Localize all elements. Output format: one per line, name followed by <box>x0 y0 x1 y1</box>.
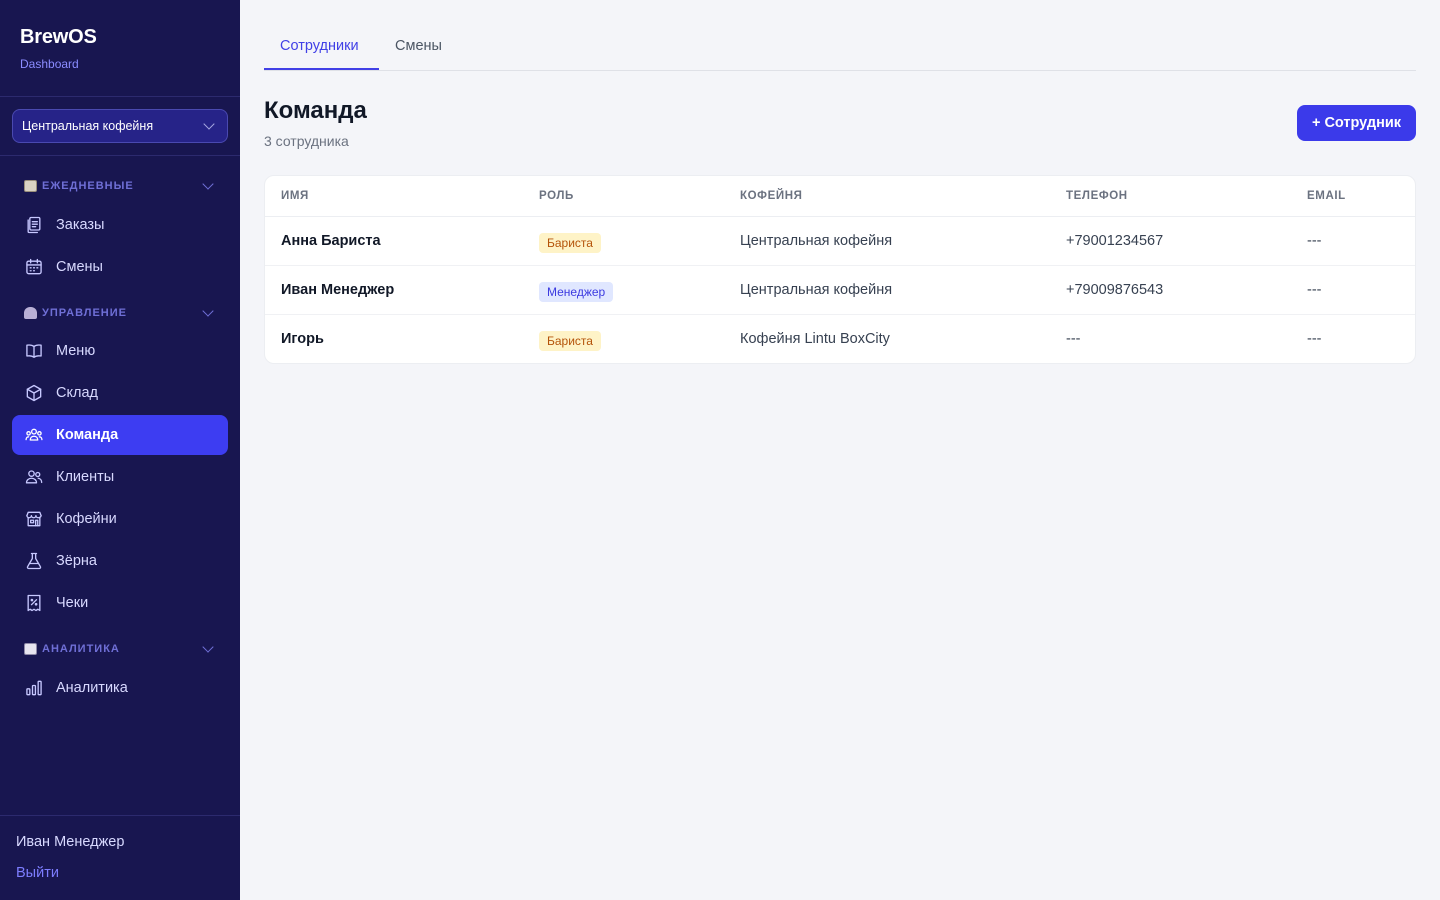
clipboard-emoji-icon <box>24 180 37 192</box>
current-user-name: Иван Менеджер <box>16 834 125 850</box>
sidebar-item-shifts[interactable]: Смены <box>12 247 228 287</box>
users-icon <box>25 470 43 484</box>
cell-name: Иван Менеджер <box>281 282 395 298</box>
page-title: Команда <box>264 97 367 124</box>
section-daily[interactable]: ЕЖЕДНЕВНЫЕ <box>24 177 216 195</box>
cell-email: --- <box>1307 282 1322 298</box>
cell-phone: +79001234567 <box>1066 233 1164 249</box>
table-row[interactable]: Игорь Бариста Кофейня Lintu BoxCity --- … <box>265 315 1415 363</box>
table-header: Имя Роль Кофейня Телефон Email <box>265 176 1415 217</box>
chevron-down-icon <box>202 641 214 653</box>
column-header-email[interactable]: Email <box>1307 190 1346 202</box>
tab-employees[interactable]: Сотрудники <box>280 38 359 54</box>
bar-chart-emoji-icon <box>24 643 37 655</box>
section-analytics[interactable]: АНАЛИТИКА <box>24 640 216 658</box>
sidebar-item-label: Смены <box>56 259 103 275</box>
tab-shifts[interactable]: Смены <box>395 38 442 54</box>
sidebar-item-label: Клиенты <box>56 469 115 485</box>
book-icon <box>26 344 42 358</box>
team-icon <box>25 428 43 441</box>
column-header-name[interactable]: Имя <box>281 190 309 202</box>
section-management-label: УПРАВЛЕНИЕ <box>42 307 127 319</box>
chevron-down-icon <box>202 178 214 190</box>
role-badge: Бариста <box>539 331 601 351</box>
sidebar-item-coffee-shops[interactable]: Кофейни <box>12 499 228 539</box>
sidebar-item-label: Чеки <box>56 595 89 611</box>
manager-emoji-icon <box>24 307 37 319</box>
cell-email: --- <box>1307 233 1322 249</box>
sidebar-item-label: Аналитика <box>56 680 128 696</box>
column-header-role[interactable]: Роль <box>539 190 574 202</box>
sidebar-item-label: Заказы <box>56 217 105 233</box>
section-management[interactable]: УПРАВЛЕНИЕ <box>24 304 216 322</box>
table-row[interactable]: Иван Менеджер Менеджер Центральная кофей… <box>265 266 1415 315</box>
sidebar-item-beans[interactable]: Зёрна <box>12 541 228 581</box>
receipt-icon <box>27 594 41 612</box>
section-analytics-label: АНАЛИТИКА <box>42 643 120 655</box>
employees-table: Имя Роль Кофейня Телефон Email Анна Бари… <box>264 175 1416 364</box>
brand-subtitle: Dashboard <box>20 57 79 71</box>
employee-count: 3 сотрудника <box>264 133 349 149</box>
sidebar-item-receipts[interactable]: Чеки <box>12 583 228 623</box>
sidebar-item-label: Меню <box>56 343 96 359</box>
sidebar-item-label: Кофейни <box>56 511 117 527</box>
sidebar-item-label: Зёрна <box>56 553 97 569</box>
cell-name: Анна Бариста <box>281 233 381 249</box>
cell-phone: +79009876543 <box>1066 282 1164 298</box>
column-header-phone[interactable]: Телефон <box>1066 190 1128 202</box>
section-daily-label: ЕЖЕДНЕВНЫЕ <box>42 180 134 192</box>
column-header-store[interactable]: Кофейня <box>740 190 803 202</box>
sidebar-item-analytics[interactable]: Аналитика <box>12 668 228 708</box>
add-employee-button[interactable]: + Сотрудник <box>1297 105 1416 141</box>
sidebar-item-clients[interactable]: Клиенты <box>12 457 228 497</box>
analytics-icon <box>26 680 42 696</box>
sidebar-divider <box>0 155 240 156</box>
active-tab-indicator <box>264 68 379 70</box>
cell-store: Кофейня Lintu BoxCity <box>740 331 890 347</box>
orders-icon <box>27 216 41 234</box>
sidebar-divider <box>0 815 240 816</box>
sidebar-item-team[interactable]: Команда <box>12 415 228 455</box>
cell-name: Игорь <box>281 331 324 347</box>
sidebar-item-label: Склад <box>56 385 98 401</box>
chevron-down-icon <box>203 118 215 130</box>
chevron-down-icon <box>202 305 214 317</box>
table-row[interactable]: Анна Бариста Бариста Центральная кофейня… <box>265 217 1415 266</box>
store-select[interactable]: Центральная кофейня <box>12 109 228 143</box>
cell-email: --- <box>1307 331 1322 347</box>
store-icon <box>26 511 42 527</box>
sidebar-item-orders[interactable]: Заказы <box>12 205 228 245</box>
store-select-value: Центральная кофейня <box>22 119 154 133</box>
cell-store: Центральная кофейня <box>740 282 893 298</box>
tab-bar: Сотрудники Смены <box>264 0 1416 71</box>
flask-icon <box>26 552 42 570</box>
box-icon <box>26 384 42 402</box>
sidebar-item-stock[interactable]: Склад <box>12 373 228 413</box>
cell-phone: --- <box>1066 331 1081 347</box>
sidebar-divider <box>0 96 240 97</box>
sidebar-item-menu[interactable]: Меню <box>12 331 228 371</box>
calendar-icon <box>26 258 42 275</box>
logout-link[interactable]: Выйти <box>16 865 59 881</box>
brand-title: BrewOS <box>20 26 97 48</box>
sidebar: BrewOS Dashboard Центральная кофейня ЕЖЕ… <box>0 0 240 900</box>
brand: BrewOS Dashboard <box>20 26 97 71</box>
role-badge: Бариста <box>539 233 601 253</box>
cell-store: Центральная кофейня <box>740 233 893 249</box>
sidebar-item-label: Команда <box>56 427 119 443</box>
role-badge: Менеджер <box>539 282 614 302</box>
